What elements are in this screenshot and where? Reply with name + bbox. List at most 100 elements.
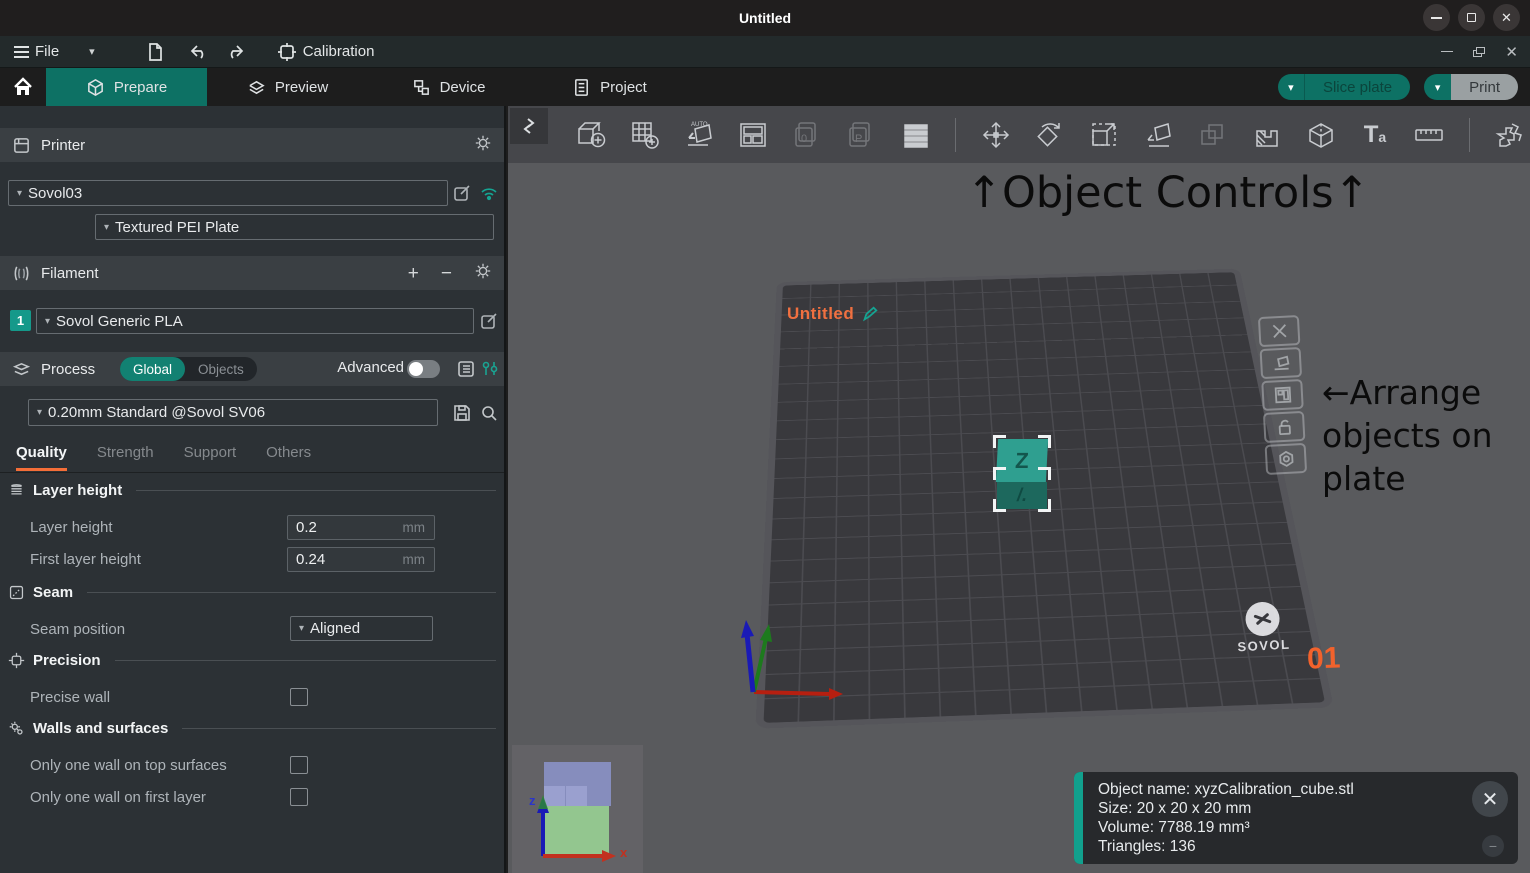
cut-tool-button[interactable] bbox=[1300, 114, 1341, 156]
tab-prepare[interactable]: Prepare bbox=[46, 68, 207, 106]
app-close-button[interactable]: ✕ bbox=[1505, 43, 1518, 61]
scope-global[interactable]: Global bbox=[120, 357, 185, 381]
os-titlebar: Untitled ✕ bbox=[0, 0, 1530, 36]
plate-lock-button[interactable] bbox=[1263, 411, 1306, 443]
add-object-button[interactable] bbox=[570, 114, 611, 156]
seam-icon bbox=[8, 584, 25, 601]
first-layer-height-input[interactable] bbox=[288, 551, 378, 568]
plate-arrange-button[interactable] bbox=[1261, 379, 1304, 411]
variable-layer-height-button[interactable] bbox=[1246, 114, 1287, 156]
tab-preview-label: Preview bbox=[275, 79, 328, 96]
app-window: Untitled ✕ File ▾ bbox=[0, 0, 1530, 873]
preset-compare-icon[interactable] bbox=[480, 359, 500, 379]
printer-edit-icon[interactable] bbox=[452, 183, 472, 203]
filament-settings-gear-icon[interactable] bbox=[474, 262, 492, 284]
seam-position-select[interactable]: ▾Aligned bbox=[290, 616, 433, 641]
app-minimize-button[interactable] bbox=[1441, 51, 1453, 53]
scope-objects[interactable]: Objects bbox=[185, 357, 257, 381]
one-wall-top-checkbox[interactable] bbox=[290, 756, 308, 774]
plate-settings-button[interactable] bbox=[1265, 443, 1308, 475]
settings-sidebar: Printer ▾Sovol03 ▾Textured PEI Plate Fil… bbox=[0, 106, 506, 873]
process-scope-toggle[interactable]: Global Objects bbox=[120, 357, 257, 381]
os-minimize-button[interactable] bbox=[1423, 4, 1450, 31]
assembly-view-button[interactable] bbox=[1489, 114, 1530, 156]
plate-name-label[interactable]: Untitled bbox=[787, 304, 879, 324]
search-settings-icon[interactable] bbox=[479, 403, 499, 423]
add-plate-button[interactable] bbox=[624, 114, 665, 156]
new-project-button[interactable] bbox=[137, 36, 173, 67]
lay-on-face-button[interactable] bbox=[1138, 114, 1179, 156]
tab-device[interactable]: Device bbox=[368, 68, 529, 106]
slice-dropdown-icon[interactable]: ▾ bbox=[1278, 74, 1305, 100]
slice-plate-button[interactable]: ▾ Slice plate bbox=[1278, 74, 1410, 100]
printer-select[interactable]: ▾Sovol03 bbox=[8, 180, 448, 206]
layer-height-row: Layer height mm bbox=[30, 514, 496, 540]
print-button[interactable]: ▾ Print bbox=[1424, 74, 1518, 100]
variable-layer-height-icon bbox=[1250, 118, 1284, 152]
plate-auto-orient-button[interactable] bbox=[1260, 347, 1303, 379]
scene-viewport[interactable]: AUTO 0 P bbox=[508, 106, 1530, 873]
tab-project[interactable]: Project bbox=[529, 68, 690, 106]
move-tool-button[interactable] bbox=[975, 114, 1016, 156]
filament-select[interactable]: ▾Sovol Generic PLA bbox=[36, 308, 474, 334]
plate-delete-button[interactable] bbox=[1258, 315, 1301, 347]
text-tool-button[interactable]: Ta bbox=[1354, 114, 1395, 156]
one-wall-first-checkbox[interactable] bbox=[290, 788, 308, 806]
bed-type-select[interactable]: ▾Textured PEI Plate bbox=[95, 214, 494, 240]
add-filament-button[interactable]: + bbox=[408, 264, 419, 283]
add-plate-icon bbox=[628, 118, 662, 152]
tab-preview[interactable]: Preview bbox=[207, 68, 368, 106]
save-preset-icon[interactable] bbox=[452, 403, 472, 423]
copy-button[interactable]: 0 bbox=[787, 114, 828, 156]
plate-arrange-icon bbox=[1271, 384, 1294, 405]
calibration-menu[interactable]: Calibration bbox=[269, 36, 383, 67]
tab-project-label: Project bbox=[600, 79, 647, 96]
auto-orient-button[interactable]: AUTO bbox=[678, 114, 719, 156]
paste-icon: P bbox=[844, 118, 878, 152]
os-close-button[interactable]: ✕ bbox=[1493, 4, 1520, 31]
info-close-button[interactable]: ✕ bbox=[1472, 781, 1508, 817]
measure-tool-button[interactable] bbox=[1409, 114, 1450, 156]
precision-icon bbox=[8, 652, 25, 669]
printer-settings-gear-icon[interactable] bbox=[474, 134, 492, 156]
paste-button[interactable]: P bbox=[841, 114, 882, 156]
printer-wifi-icon[interactable] bbox=[479, 183, 499, 203]
filament-slot-badge: 1 bbox=[10, 310, 31, 331]
process-tab-support[interactable]: Support bbox=[184, 444, 237, 471]
file-menu[interactable]: File bbox=[0, 36, 67, 67]
seam-group-header: Seam bbox=[8, 584, 496, 601]
layer-height-input[interactable] bbox=[288, 519, 378, 536]
new-file-icon bbox=[145, 42, 165, 62]
filament-edit-icon[interactable] bbox=[479, 311, 499, 331]
arrange-button[interactable] bbox=[733, 114, 774, 156]
process-tab-others[interactable]: Others bbox=[266, 444, 311, 471]
advanced-toggle[interactable] bbox=[407, 360, 440, 378]
process-preset-select[interactable]: ▾0.20mm Standard @Sovol SV06 bbox=[28, 399, 438, 426]
precise-wall-checkbox[interactable] bbox=[290, 688, 308, 706]
one-wall-first-label: Only one wall on first layer bbox=[30, 789, 206, 806]
calibration-cube-object[interactable]: Z /. bbox=[993, 435, 1051, 512]
collapse-sidebar-button[interactable] bbox=[510, 108, 548, 144]
parameter-table-icon[interactable] bbox=[456, 359, 476, 379]
info-collapse-button[interactable]: − bbox=[1482, 835, 1504, 857]
home-button[interactable] bbox=[0, 68, 46, 106]
rotate-tool-button[interactable] bbox=[1029, 114, 1070, 156]
axis-z-label: z bbox=[529, 793, 536, 808]
mirror-tool-button[interactable] bbox=[1192, 114, 1233, 156]
window-title: Untitled bbox=[739, 10, 791, 26]
redo-button[interactable] bbox=[217, 36, 253, 67]
remove-filament-button[interactable]: − bbox=[441, 264, 452, 283]
os-restore-button[interactable] bbox=[1458, 4, 1485, 31]
copy-icon: 0 bbox=[790, 118, 824, 152]
scale-tool-button[interactable] bbox=[1084, 114, 1125, 156]
file-dropdown-arrow[interactable]: ▾ bbox=[81, 36, 103, 67]
undo-button[interactable] bbox=[181, 36, 217, 67]
object-list-button[interactable] bbox=[895, 114, 936, 156]
annotation-object-controls: ↑Object Controls↑ bbox=[966, 168, 1370, 218]
process-preset-value: 0.20mm Standard @Sovol SV06 bbox=[48, 404, 265, 421]
add-object-icon bbox=[574, 118, 608, 152]
print-dropdown-icon[interactable]: ▾ bbox=[1424, 74, 1451, 100]
process-tab-quality[interactable]: Quality bbox=[16, 444, 67, 471]
app-restore-button[interactable] bbox=[1473, 47, 1485, 57]
process-tab-strength[interactable]: Strength bbox=[97, 444, 154, 471]
